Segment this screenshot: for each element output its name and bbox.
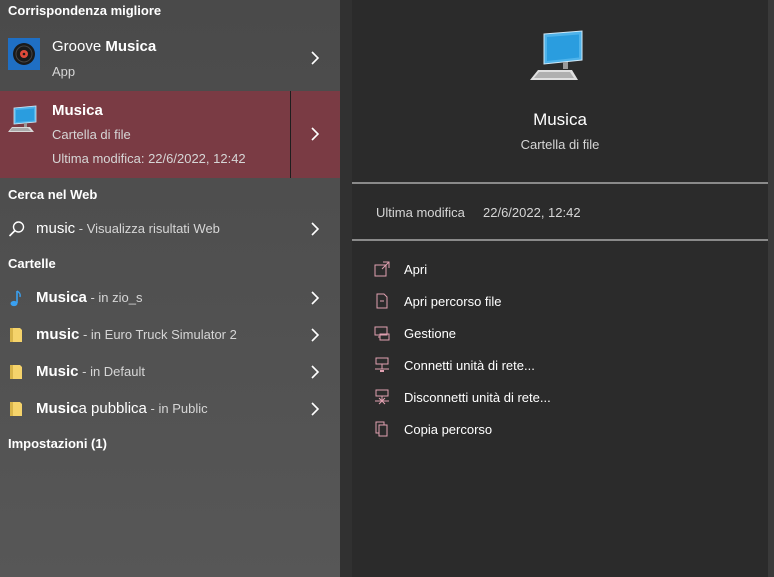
folder-result-text: Musica - in zio_s (36, 289, 143, 307)
folder-icon (8, 326, 24, 344)
action-map-network-drive[interactable]: Connetti unità di rete... (374, 355, 674, 377)
groove-music-icon (8, 38, 40, 70)
search-icon (8, 220, 25, 238)
settings-header[interactable]: Impostazioni (1) (8, 436, 107, 451)
action-label: Apri percorso file (404, 294, 502, 309)
musica-folder-subtitle: Cartella di file (52, 127, 131, 142)
folder-icon (8, 400, 24, 418)
folder-location: - in zio_s (86, 290, 143, 305)
map-drive-icon (374, 357, 390, 373)
action-manage[interactable]: Gestione (374, 323, 674, 345)
manage-icon (374, 325, 390, 341)
folder-result[interactable]: Music - in Default (0, 357, 340, 387)
computer-icon (8, 103, 40, 135)
folders-header: Cartelle (8, 256, 56, 271)
web-search-result[interactable]: music - Visualizza risultati Web (0, 214, 340, 244)
folder-name-bold: music (36, 326, 80, 343)
folder-result-text: Music - in Default (36, 363, 145, 381)
chevron-right-icon[interactable] (310, 401, 320, 417)
copy-path-icon (374, 421, 390, 437)
groove-title-bold: Musica (105, 38, 157, 55)
computer-icon (530, 30, 590, 84)
folder-result-text: Musica pubblica - in Public (36, 400, 208, 418)
web-search-term: music (36, 220, 76, 237)
action-label: Connetti unità di rete... (404, 358, 535, 373)
musica-folder-title: Musica (52, 102, 103, 119)
folder-location: - in Euro Truck Simulator 2 (79, 327, 237, 342)
last-modified-value: 22/6/2022, 12:42 (483, 205, 581, 220)
panel-gap (340, 0, 352, 577)
web-header: Cerca nel Web (8, 187, 98, 202)
action-disconnect-network-drive[interactable]: Disconnetti unità di rete... (374, 387, 674, 409)
divider (352, 239, 768, 241)
action-label: Apri (404, 262, 428, 277)
panel-edge (768, 0, 774, 577)
musica-folder-title-bold: Musica (52, 102, 103, 119)
best-match-groove-musica[interactable]: Groove Musica App (0, 30, 340, 86)
musica-folder-modified: Ultima modifica: 22/6/2022, 12:42 (52, 151, 246, 166)
best-match-musica-folder[interactable]: Musica Cartella di file Ultima modifica:… (0, 91, 340, 178)
action-label: Disconnetti unità di rete... (404, 390, 551, 405)
folder-result[interactable]: Musica pubblica - in Public (0, 394, 340, 424)
groove-title: Groove Musica (52, 38, 156, 55)
last-modified-label: Ultima modifica (376, 205, 465, 220)
folder-location: - in Default (78, 364, 145, 379)
action-open[interactable]: Apri (374, 259, 674, 281)
open-icon (374, 261, 390, 277)
action-label: Gestione (404, 326, 457, 341)
disconnect-drive-icon (374, 389, 390, 405)
folder-result-text: music - in Euro Truck Simulator 2 (36, 326, 237, 344)
file-location-icon (374, 293, 390, 309)
chevron-right-icon[interactable] (310, 290, 320, 306)
folder-icon (8, 363, 24, 381)
action-label: Copia percorso (404, 422, 493, 437)
best-match-header: Corrispondenza migliore (8, 3, 162, 18)
web-search-suffix: - Visualizza risultati Web (75, 221, 220, 236)
chevron-right-icon[interactable] (310, 221, 320, 237)
web-search-text: music - Visualizza risultati Web (36, 220, 220, 238)
detail-subtitle: Cartella di file (520, 137, 600, 152)
divider (352, 182, 768, 184)
detail-panel: Musica Cartella di file Ultima modifica … (352, 6, 768, 577)
groove-title-prefix: Groove (52, 38, 106, 55)
chevron-right-icon[interactable] (310, 126, 320, 142)
chevron-right-icon[interactable] (310, 50, 320, 66)
row-divider (290, 91, 291, 178)
groove-subtitle: App (52, 64, 76, 79)
folder-name-bold: Musica (36, 289, 87, 306)
detail-title: Musica (533, 110, 587, 129)
search-results-panel: Corrispondenza migliore Groove Musica Ap… (0, 0, 340, 577)
action-copy-path[interactable]: Copia percorso (374, 419, 674, 441)
folder-name-bold: Music (36, 400, 79, 417)
folder-name-rest: a pubblica (78, 400, 147, 417)
folder-name-bold: Music (36, 363, 79, 380)
chevron-right-icon[interactable] (310, 327, 320, 343)
folder-location: - in Public (146, 401, 208, 416)
folder-result[interactable]: Musica - in zio_s (0, 283, 340, 313)
chevron-right-icon[interactable] (310, 364, 320, 380)
action-open-file-location[interactable]: Apri percorso file (374, 291, 674, 313)
music-note-icon (8, 289, 24, 307)
folder-result[interactable]: music - in Euro Truck Simulator 2 (0, 320, 340, 350)
